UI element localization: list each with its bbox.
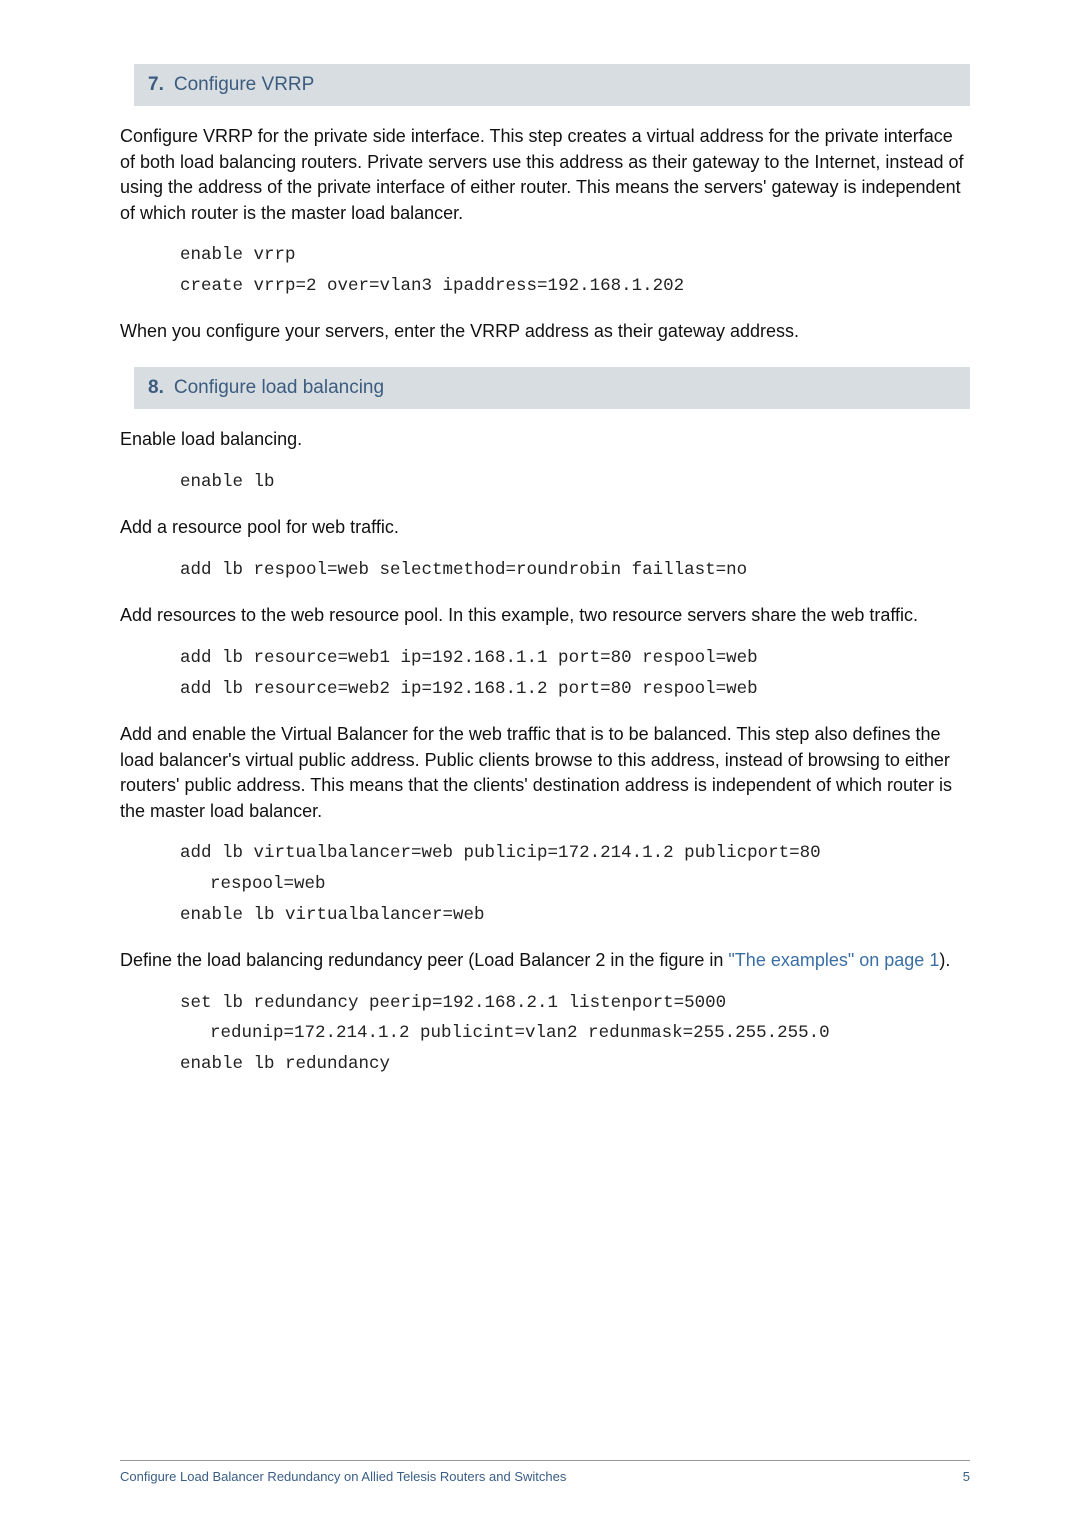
step-7-para-1: Configure VRRP for the private side inte… [120,124,970,226]
step-8-code-2: add lb respool=web selectmethod=roundrob… [180,555,970,586]
code-line: enable lb redundancy [180,1049,970,1080]
code-line: add lb resource=web1 ip=192.168.1.1 port… [180,643,970,674]
step-8-para-2: Add a resource pool for web traffic. [120,515,970,541]
step-7-title: Configure VRRP [174,74,314,95]
code-line-indent: redunip=172.214.1.2 publicint=vlan2 redu… [180,1018,970,1049]
code-line: add lb virtualbalancer=web publicip=172.… [180,838,970,869]
step-8-header: 8. Configure load balancing [134,367,970,409]
step-8-para-1: Enable load balancing. [120,427,970,453]
step-7-number: 7. [148,74,164,95]
cross-reference-link[interactable]: "The examples" on page 1 [728,950,939,970]
code-line: create vrrp=2 over=vlan3 ipaddress=192.1… [180,271,970,302]
para-text: Define the load balancing redundancy pee… [120,950,728,970]
para-text: ). [939,950,950,970]
code-line: add lb resource=web2 ip=192.168.1.2 port… [180,674,970,705]
step-8-code-5: set lb redundancy peerip=192.168.2.1 lis… [180,988,970,1080]
footer-title: Configure Load Balancer Redundancy on Al… [120,1469,566,1484]
code-line: enable lb [180,467,970,498]
step-8-code-1: enable lb [180,467,970,498]
step-8-title: Configure load balancing [174,377,384,398]
code-line-indent: respool=web [180,869,970,900]
step-7-header: 7. Configure VRRP [134,64,970,106]
step-8-code-3: add lb resource=web1 ip=192.168.1.1 port… [180,643,970,704]
step-8-number: 8. [148,377,164,398]
page-footer: Configure Load Balancer Redundancy on Al… [120,1460,970,1484]
code-line: set lb redundancy peerip=192.168.2.1 lis… [180,988,970,1019]
code-line: enable lb virtualbalancer=web [180,900,970,931]
step-7-para-2: When you configure your servers, enter t… [120,319,970,345]
step-8-para-4: Add and enable the Virtual Balancer for … [120,722,970,824]
document-page: 7. Configure VRRP Configure VRRP for the … [0,0,1080,1528]
step-8-code-4: add lb virtualbalancer=web publicip=172.… [180,838,970,930]
code-line: add lb respool=web selectmethod=roundrob… [180,555,970,586]
footer-page-number: 5 [963,1469,970,1484]
step-7-code-1: enable vrrp create vrrp=2 over=vlan3 ipa… [180,240,970,301]
step-8-para-3: Add resources to the web resource pool. … [120,603,970,629]
code-line: enable vrrp [180,240,970,271]
step-8-para-5: Define the load balancing redundancy pee… [120,948,970,974]
